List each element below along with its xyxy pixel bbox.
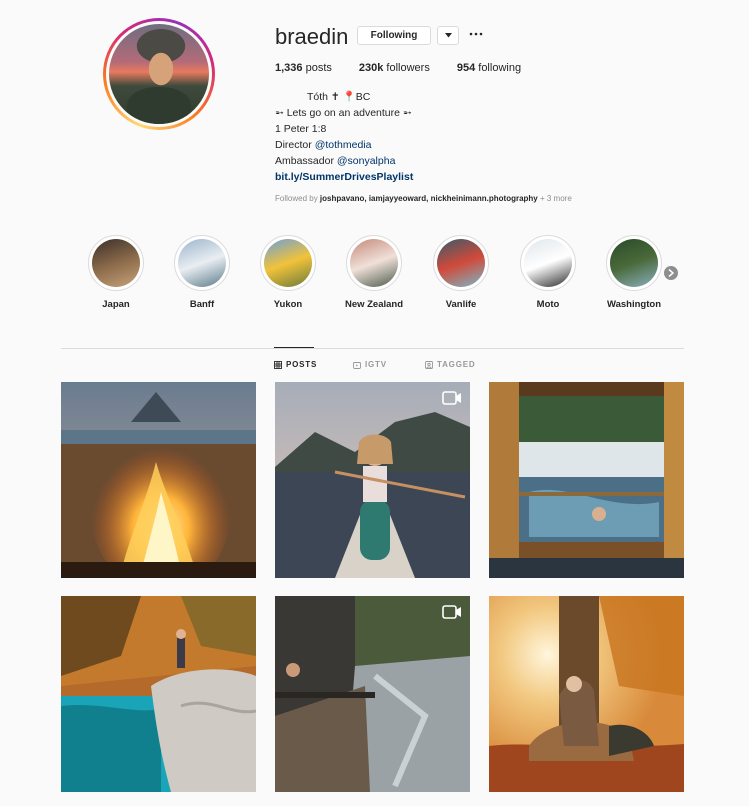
sonyalpha-link[interactable]: @sonyalpha xyxy=(337,155,396,167)
following-count[interactable]: 954 following xyxy=(457,62,521,74)
profile-stats: 1,336 posts 230k followers 954 following xyxy=(275,62,548,74)
followed-by[interactable]: Followed by joshpavano, iamjayyeoward, n… xyxy=(275,194,572,203)
highlight-new-zealand[interactable]: New Zealand xyxy=(344,235,404,310)
suggestions-dropdown-button[interactable] xyxy=(437,26,459,45)
highlights-next-button[interactable] xyxy=(664,266,678,280)
profile-avatar[interactable] xyxy=(103,18,215,130)
post-turquoise-river[interactable] xyxy=(61,596,256,792)
following-button[interactable]: Following xyxy=(357,26,431,45)
highlight-vanlife[interactable]: Vanlife xyxy=(431,235,491,310)
chevron-right-icon xyxy=(668,269,674,277)
bio-website-link[interactable]: bit.ly/SummerDrivesPlaylist xyxy=(275,169,413,185)
tothmedia-link[interactable]: @tothmedia xyxy=(315,139,372,151)
post-hot-spring[interactable] xyxy=(489,382,684,578)
active-tab-indicator xyxy=(274,347,314,348)
chevron-down-icon xyxy=(444,33,452,38)
grid-icon xyxy=(274,360,282,369)
bio-line-verse: 1 Peter 1:8 xyxy=(275,123,327,135)
tagged-icon xyxy=(425,360,433,369)
tabs-divider xyxy=(61,348,684,349)
igtv-icon xyxy=(353,361,361,369)
highlight-label: Washington xyxy=(607,299,661,310)
tab-posts[interactable]: POSTS xyxy=(274,360,317,369)
video-icon xyxy=(442,391,461,405)
post-deer-autumn[interactable] xyxy=(489,596,684,792)
highlight-label: New Zealand xyxy=(344,299,404,310)
highlight-label: Yukon xyxy=(273,299,303,310)
bio-line-ambassador: Ambassador @sonyalpha xyxy=(275,155,396,167)
post-campfire[interactable] xyxy=(61,382,256,578)
highlight-japan[interactable]: Japan xyxy=(86,235,146,310)
bio-line-name: Tóth ✝ 📍BC xyxy=(307,91,371,103)
highlight-washington[interactable]: Washington xyxy=(604,235,664,310)
profile-bio: Tóth ✝ 📍BC ➵ Lets go on an adventure ➵ 1… xyxy=(275,89,413,185)
highlight-yukon[interactable]: Yukon xyxy=(258,235,318,310)
ellipsis-icon xyxy=(469,32,483,36)
more-options-button[interactable] xyxy=(468,26,484,42)
post-onsen-river[interactable] xyxy=(275,596,470,792)
tab-tagged[interactable]: TAGGED xyxy=(425,360,475,369)
highlight-moto[interactable]: Moto xyxy=(518,235,578,310)
bio-line-tagline: ➵ Lets go on an adventure ➵ xyxy=(275,107,412,119)
video-icon xyxy=(442,605,461,619)
followers-count[interactable]: 230k followers xyxy=(359,62,430,74)
post-canoe[interactable] xyxy=(275,382,470,578)
highlight-label: Moto xyxy=(536,299,560,310)
bio-line-director: Director @tothmedia xyxy=(275,139,372,151)
highlight-banff[interactable]: Banff xyxy=(172,235,232,310)
highlight-label: Vanlife xyxy=(445,299,477,310)
tab-igtv[interactable]: IGTV xyxy=(353,360,387,369)
posts-count: 1,336 posts xyxy=(275,62,332,74)
highlight-label: Banff xyxy=(189,299,215,310)
profile-username: braedin xyxy=(275,24,349,49)
highlight-label: Japan xyxy=(102,299,130,310)
